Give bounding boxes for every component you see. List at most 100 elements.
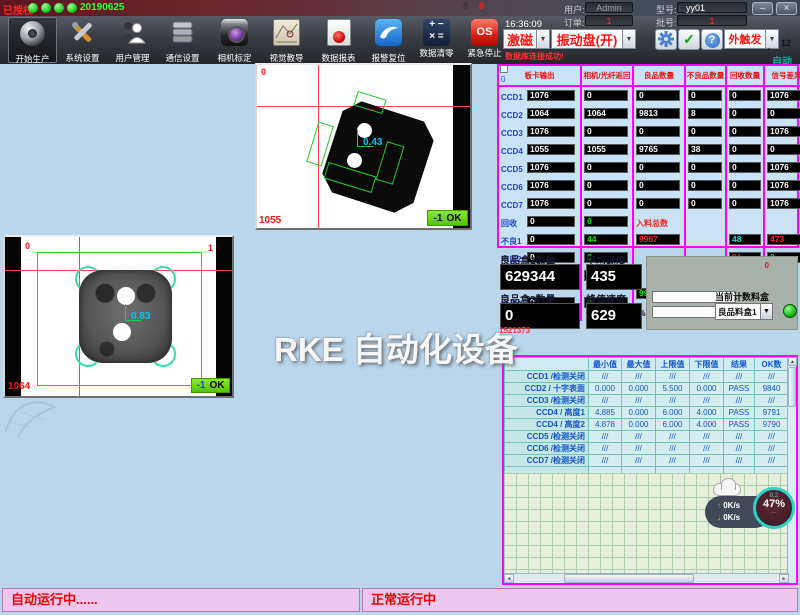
ext-trigger-dropdown[interactable]: 外触发 ▼	[724, 29, 779, 49]
result-cell: ///	[622, 395, 656, 407]
scroll-left-icon[interactable]: ◄	[504, 574, 514, 583]
stats-cell: 0	[633, 195, 685, 213]
row-label: CCD2	[501, 111, 527, 120]
demagnetize-dropdown[interactable]: 激磁 ▼	[503, 29, 550, 49]
cloud-icon	[713, 483, 741, 496]
vibration-bowl-dropdown[interactable]: 振动盘(开) ▼	[551, 29, 636, 49]
status-right: 正常运行中	[362, 588, 798, 612]
horizontal-scrollbar[interactable]: ◄ ►	[504, 573, 789, 583]
chevron-down-icon[interactable]: ▼	[537, 29, 550, 49]
stats-cell: 8	[685, 105, 726, 123]
toolbar-user-management[interactable]: 用户管理	[108, 17, 157, 63]
value-box: 0	[729, 108, 761, 119]
help-button[interactable]: ?	[701, 29, 723, 50]
scrollbar-thumb[interactable]	[788, 367, 796, 407]
value-box: 0	[636, 126, 680, 137]
toolbar-data-report[interactable]: 数据报表	[314, 17, 363, 63]
table-row: CCD4 / 高度24.8780.0006.0004.000PASS9790	[505, 419, 789, 431]
toolbar-clear-data[interactable]: + −× = 数据清零	[412, 17, 461, 63]
order-label: 订单:	[564, 16, 585, 29]
scroll-right-icon[interactable]: ►	[779, 574, 789, 583]
settings-gear-button[interactable]	[655, 29, 677, 50]
result-cell: 0.000	[589, 383, 622, 395]
stats-cell: 0	[726, 141, 764, 159]
user-label: 用户:	[564, 3, 585, 16]
status-led-icon	[783, 304, 797, 318]
vision-teach-icon	[273, 19, 300, 46]
scrollbar-thumb[interactable]	[564, 574, 694, 583]
chevron-down-icon[interactable]: ▼	[766, 29, 779, 49]
counter-red: 0	[479, 1, 484, 11]
result-cell: ///	[690, 395, 724, 407]
stats-cell: 0	[726, 195, 764, 213]
table-row: CCD7 /检测关闭//////////////////	[505, 455, 789, 467]
toolbar-comm-settings[interactable]: 通信设置	[158, 17, 207, 63]
column-header	[505, 358, 589, 371]
model-field[interactable]: yy01	[677, 2, 747, 13]
column-header: 相机/光纤返回	[581, 66, 633, 86]
gear-icon	[657, 30, 675, 47]
part-hole	[117, 287, 135, 305]
scroll-up-icon[interactable]: ▲	[788, 357, 797, 366]
row-label: CCD4	[501, 147, 527, 156]
value-box: 38	[688, 144, 722, 155]
row-label: CCD3	[501, 129, 527, 138]
order-field[interactable]: 1	[585, 15, 633, 26]
table-row: CCD3107600001076	[499, 123, 800, 141]
minimize-button[interactable]: –	[752, 2, 773, 15]
stats-checkbox[interactable]	[500, 65, 508, 73]
stats-cell: 0	[726, 177, 764, 195]
row-label: CCD6	[501, 183, 527, 192]
result-cell: ///	[755, 431, 789, 443]
toolbar-start-production[interactable]: 开始生产	[8, 17, 57, 63]
user-management-icon	[119, 19, 146, 46]
stats-cell: 0	[685, 123, 726, 141]
camera1-count: 1055	[259, 215, 281, 226]
column-header: 回收数量	[726, 66, 764, 86]
chevron-down-icon[interactable]: ▼	[761, 303, 773, 320]
row-label: CCD2 / 十字表面	[505, 383, 589, 395]
camera-calibration-icon	[221, 19, 248, 46]
toolbar-camera-calibration[interactable]: 相机标定	[210, 17, 259, 63]
table-row: CCD6 /检测关闭//////////////////	[505, 443, 789, 455]
column-header: 良品数量	[633, 66, 685, 86]
user-field[interactable]: Admin	[585, 2, 633, 13]
measurement-value: 0.83	[131, 311, 150, 322]
part-hole	[357, 123, 372, 138]
status-dot-icon	[28, 3, 38, 13]
value-box: 8	[688, 108, 722, 119]
value-box: 0	[527, 234, 575, 245]
toolbar-vision-teach[interactable]: 视觉教导	[262, 17, 311, 63]
close-button[interactable]: ×	[776, 2, 797, 15]
upload-speed: 0K/s	[723, 501, 740, 510]
column-header: OK数	[755, 358, 789, 371]
row-label: CCD1 /检测关闭	[505, 371, 589, 383]
stats-cell: 1076	[764, 159, 800, 177]
stats-panel: 0 板卡输出 相机/光纤返回 良品数量 不良品数量 回收数量 信号差异 CCD1…	[497, 64, 799, 248]
value-box: 1055	[527, 144, 575, 155]
usage-gauge[interactable]: 0.2 47% ∙∙∙∙	[753, 487, 795, 529]
batch-field[interactable]: 1	[677, 15, 747, 26]
table-row: 不良1044996748473	[499, 231, 800, 249]
result-cell: ///	[755, 443, 789, 455]
value-box: 1076	[767, 180, 800, 191]
current-box-dropdown[interactable]: 良品料盒1 ▼	[715, 303, 773, 320]
result-cell: 0.000	[622, 383, 656, 395]
toolbar-system-settings[interactable]: 系统设置	[58, 17, 107, 63]
table-row: CCD5 /检测关闭//////////////////	[505, 431, 789, 443]
result-cell: 4.000	[690, 407, 724, 419]
status-left: 自动运行中......	[2, 588, 360, 612]
value-box: 0	[729, 162, 761, 173]
stats-cell: 9813	[633, 105, 685, 123]
result-cell: 9840	[755, 383, 789, 395]
result-cell: 0.000	[690, 383, 724, 395]
system-monitor-widget[interactable]: ↑ 0K/s ↓ 0K/s 0.2 47% ∙∙∙∙	[695, 481, 795, 543]
toolbar-alarm-reset[interactable]: 报警复位	[364, 17, 413, 63]
toolbar-emergency-stop[interactable]: OS 紧急停止	[460, 17, 509, 63]
value-box: 1064	[527, 108, 575, 119]
confirm-check-button[interactable]: ✓	[678, 29, 700, 50]
chevron-down-icon[interactable]: ▼	[623, 29, 636, 49]
value-box: 48	[729, 234, 761, 245]
result-cell: ///	[589, 443, 622, 455]
camera2-black-bar	[216, 237, 232, 396]
